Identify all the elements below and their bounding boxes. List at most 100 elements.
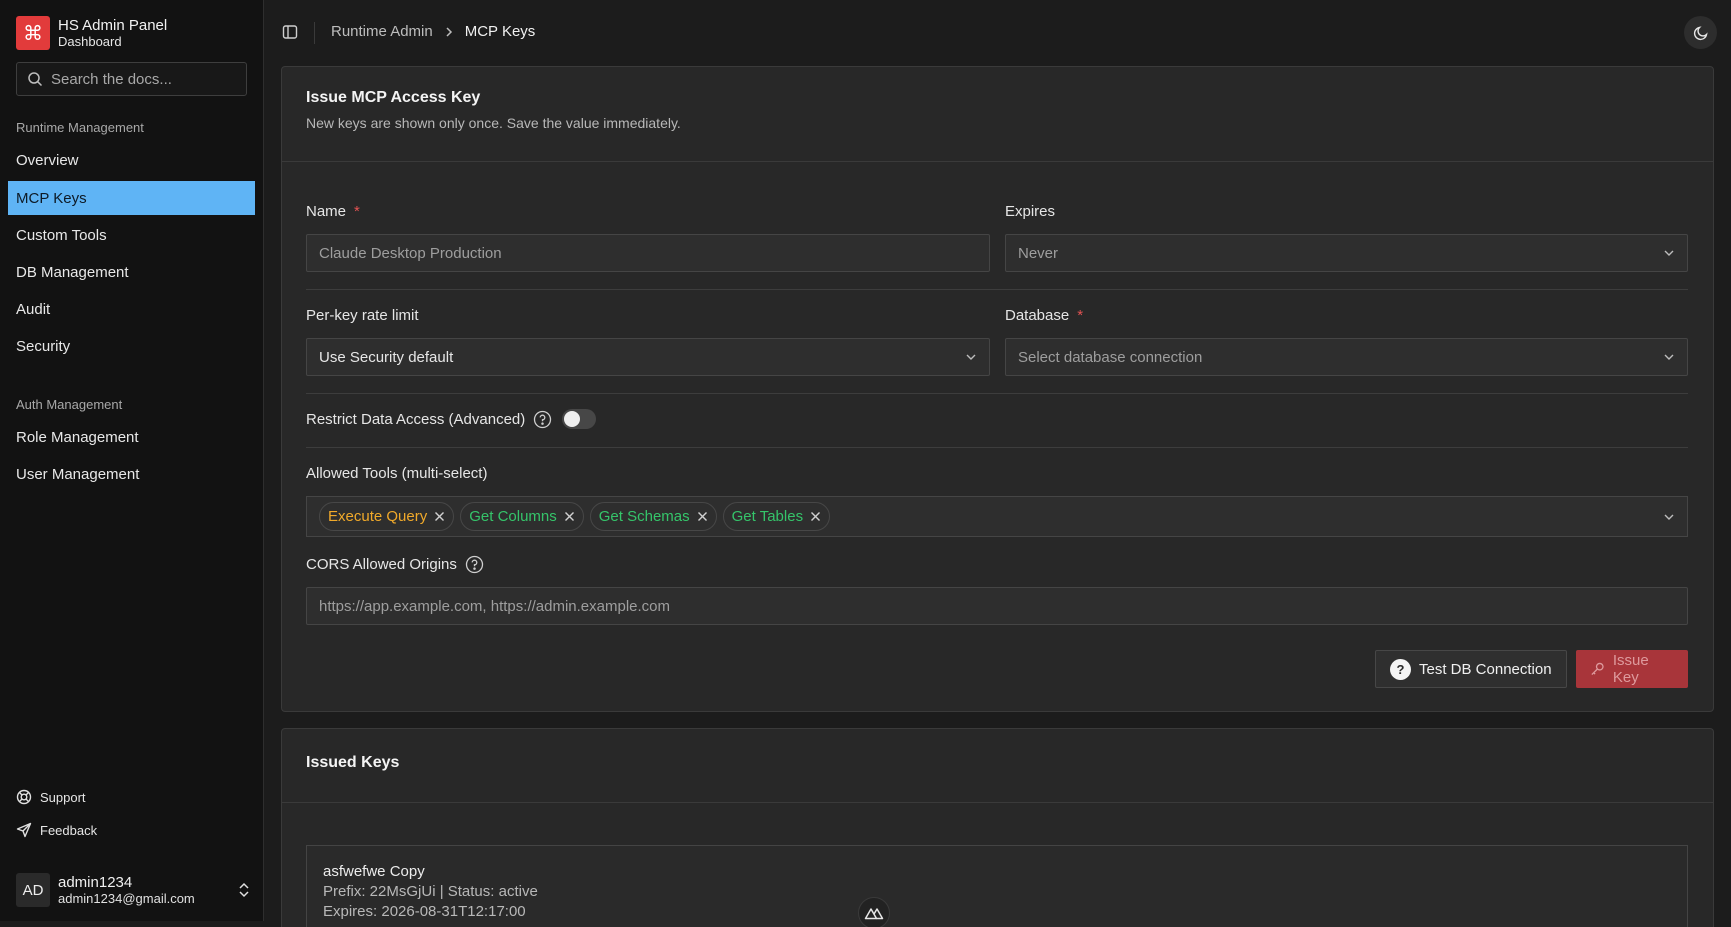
sidebar-item-mcp-keys[interactable]: MCP Keys: [8, 181, 255, 215]
name-placeholder: Claude Desktop Production: [319, 244, 502, 262]
card-description: New keys are shown only once. Save the v…: [306, 115, 681, 131]
support-link[interactable]: Support: [16, 789, 86, 805]
sidebar-item-role-management[interactable]: Role Management: [8, 420, 255, 454]
card-divider: [282, 161, 1713, 162]
sidebar-item-user-management[interactable]: User Management: [8, 457, 255, 491]
chevron-updown-icon: [239, 882, 249, 898]
database-label: Database *: [1005, 307, 1083, 324]
sidebar: ⌘ HS Admin Panel Dashboard Runtime Manag…: [0, 0, 264, 921]
brand[interactable]: ⌘ HS Admin Panel Dashboard: [16, 16, 167, 50]
name-label: Name *: [306, 203, 360, 220]
card-title: Issue MCP Access Key: [306, 89, 481, 106]
sidebar-toggle-icon[interactable]: [282, 24, 298, 40]
row-divider: [306, 393, 1688, 394]
moon-icon: [1693, 25, 1708, 40]
tag-label: Get Columns: [469, 508, 557, 525]
key-icon: [1591, 662, 1604, 676]
brand-subtitle: Dashboard: [58, 33, 122, 49]
cors-row: CORS Allowed Origins: [306, 555, 484, 574]
help-icon[interactable]: [465, 555, 484, 574]
database-label-text: Database: [1005, 307, 1070, 324]
topbar: Runtime Admin MCP Keys: [264, 0, 1731, 64]
tag-label: Execute Query: [328, 508, 428, 525]
feedback-label: Feedback: [40, 822, 98, 838]
sidebar-item-custom-tools[interactable]: Custom Tools: [8, 218, 255, 252]
name-field[interactable]: Claude Desktop Production: [306, 234, 990, 272]
tag-get-columns: Get Columns: [460, 502, 584, 531]
tag-label: Get Tables: [731, 508, 804, 525]
rate-limit-value: Use Security default: [319, 348, 454, 366]
required-marker: *: [354, 203, 360, 220]
expires-value: Never: [1018, 244, 1059, 262]
row-divider: [306, 447, 1688, 448]
brand-title: HS Admin Panel: [58, 16, 168, 34]
close-icon[interactable]: [434, 511, 445, 522]
row-divider: [306, 289, 1688, 290]
test-db-connection-button[interactable]: ? Test DB Connection: [1375, 650, 1567, 688]
expires-select[interactable]: Never: [1005, 234, 1688, 272]
cors-origins-field[interactable]: https://app.example.com, https://admin.e…: [306, 587, 1688, 625]
theme-toggle-button[interactable]: [1684, 16, 1717, 49]
close-icon[interactable]: [810, 511, 821, 522]
issued-key-item[interactable]: asfwefwe Copy Prefix: 22MsGjUi | Status:…: [306, 845, 1688, 927]
lifebuoy-icon: [16, 789, 32, 805]
breadcrumb: Runtime Admin MCP Keys: [331, 23, 535, 40]
issue-key-card: Issue MCP Access Key New keys are shown …: [281, 66, 1714, 712]
chevron-right-icon: [446, 26, 452, 37]
command-icon: ⌘: [16, 16, 50, 50]
allowed-tools-label: Allowed Tools (multi-select): [306, 465, 488, 482]
help-icon[interactable]: [533, 410, 552, 429]
search-input[interactable]: [51, 70, 241, 88]
key-name: asfwefwe Copy: [323, 863, 425, 880]
chevron-down-icon: [966, 354, 976, 360]
send-icon: [16, 822, 32, 838]
user-menu[interactable]: AD admin1234 admin1234@gmail.com: [16, 870, 251, 910]
cors-placeholder: https://app.example.com, https://admin.e…: [319, 597, 670, 615]
close-icon[interactable]: [697, 511, 708, 522]
search-icon: [28, 72, 43, 87]
rate-limit-label: Per-key rate limit: [306, 307, 419, 324]
chevron-down-icon: [1664, 514, 1674, 520]
question-icon: ?: [1390, 658, 1411, 680]
sidebar-item-db-management[interactable]: DB Management: [8, 255, 255, 289]
user-name: admin1234: [58, 873, 133, 891]
issue-key-label: Issue Key: [1612, 652, 1649, 686]
breadcrumb-mcp-keys: MCP Keys: [464, 23, 536, 40]
issue-key-button[interactable]: Issue Key: [1576, 650, 1688, 688]
avatar: AD: [16, 873, 50, 907]
restrict-toggle[interactable]: [562, 409, 597, 429]
cors-label: CORS Allowed Origins: [306, 556, 457, 573]
restrict-label: Restrict Data Access (Advanced): [306, 410, 526, 428]
close-icon[interactable]: [564, 511, 575, 522]
test-db-label: Test DB Connection: [1419, 660, 1552, 678]
card-divider: [282, 802, 1713, 803]
section-label-auth: Auth Management: [16, 397, 123, 412]
breadcrumb-runtime-admin[interactable]: Runtime Admin: [331, 23, 433, 40]
devtools-icon[interactable]: [858, 897, 890, 927]
allowed-tools-multiselect[interactable]: Execute Query Get Columns Get Schemas Ge…: [306, 496, 1688, 537]
issued-keys-card: Issued Keys asfwefwe Copy Prefix: 22MsGj…: [281, 728, 1714, 927]
required-marker: *: [1077, 307, 1084, 324]
restrict-row: Restrict Data Access (Advanced): [306, 409, 597, 429]
section-label-runtime: Runtime Management: [16, 120, 144, 135]
sidebar-item-overview[interactable]: Overview: [8, 143, 255, 177]
rate-limit-select[interactable]: Use Security default: [306, 338, 990, 376]
feedback-link[interactable]: Feedback: [16, 822, 97, 838]
sidebar-item-audit[interactable]: Audit: [8, 292, 255, 326]
sidebar-item-security[interactable]: Security: [8, 329, 255, 363]
database-placeholder: Select database connection: [1018, 348, 1203, 366]
name-label-text: Name: [306, 203, 347, 220]
issued-keys-title: Issued Keys: [306, 754, 400, 771]
search-box[interactable]: [16, 62, 247, 96]
tag-get-schemas: Get Schemas: [589, 502, 717, 531]
expires-label: Expires: [1005, 203, 1056, 220]
chevron-down-icon: [1664, 354, 1674, 360]
chevron-down-icon: [1664, 250, 1674, 256]
tag-label: Get Schemas: [598, 508, 690, 525]
key-expires: Expires: 2026-08-31T12:17:00: [323, 903, 526, 920]
user-email: admin1234@gmail.com: [58, 890, 195, 906]
topbar-divider: [314, 22, 315, 44]
key-meta: Prefix: 22MsGjUi | Status: active: [323, 883, 538, 900]
database-select[interactable]: Select database connection: [1005, 338, 1688, 376]
tag-execute-query: Execute Query: [319, 502, 455, 531]
